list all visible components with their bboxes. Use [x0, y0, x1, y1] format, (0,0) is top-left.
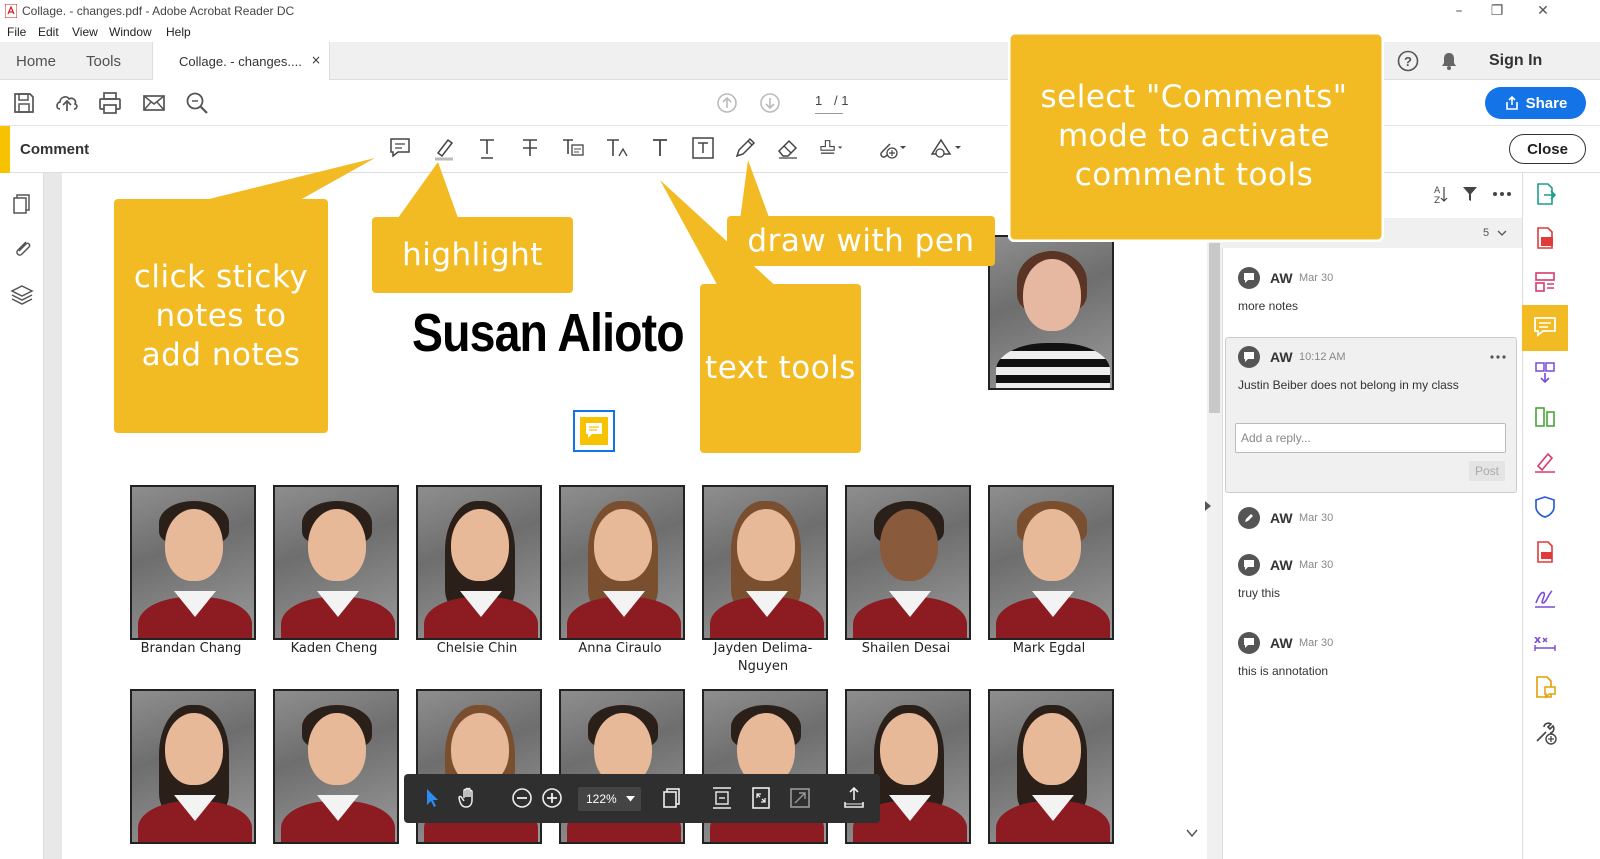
comment-tool-icon: [1534, 317, 1556, 337]
comment-date: Mar 30: [1299, 637, 1334, 649]
comment-avatar-icon: [1238, 554, 1260, 576]
select-cursor-icon[interactable]: [418, 784, 446, 812]
more-tools-icon[interactable]: [1531, 719, 1559, 747]
zoom-level-select[interactable]: 122%: [578, 787, 641, 811]
comment-text: truy this: [1238, 586, 1281, 600]
comment-avatar-icon: [1238, 267, 1260, 289]
text-tools-callout: text tools: [700, 284, 861, 453]
count-chevron-down-icon[interactable]: [1497, 229, 1507, 237]
comment-item[interactable]: AW Mar 30 this is annotation: [1238, 632, 1508, 692]
comment-time: 10:12 AM: [1299, 351, 1346, 363]
comment-avatar-icon: [1238, 346, 1260, 368]
page-view-icon[interactable]: [658, 784, 686, 812]
comment-text: more notes: [1238, 299, 1299, 313]
create-pdf-icon[interactable]: [1531, 224, 1559, 252]
protect-shield-icon[interactable]: [1531, 493, 1559, 521]
fit-width-icon[interactable]: [708, 784, 736, 812]
comment-date: Mar 30: [1299, 272, 1334, 284]
edit-pdf-icon[interactable]: [1531, 268, 1559, 296]
request-signature-icon[interactable]: [1531, 583, 1559, 611]
comment-item-selected[interactable]: AW 10:12 AM Justin Beiber does not belon…: [1238, 346, 1508, 406]
comment-item[interactable]: AW Mar 30 truy this: [1238, 554, 1508, 614]
filter-icon[interactable]: [1461, 185, 1479, 203]
highlight-callout-pointer: [398, 162, 458, 218]
comments-mode-callout: select "Comments" mode to activate comme…: [1040, 78, 1348, 193]
organize-pages-icon[interactable]: [1531, 403, 1559, 431]
zoom-out-icon[interactable]: [508, 784, 536, 812]
comment-date: Mar 30: [1299, 559, 1334, 571]
comment-author: AW: [1270, 557, 1293, 573]
full-screen-icon[interactable]: [786, 784, 814, 812]
zoom-level: 122%: [586, 792, 617, 806]
send-for-comments-icon[interactable]: [1531, 673, 1559, 701]
comment-text: this is annotation: [1238, 664, 1329, 678]
comment-item[interactable]: AW Mar 30 more notes: [1238, 267, 1508, 327]
comment-author: AW: [1270, 635, 1293, 651]
reply-input[interactable]: Add a reply...: [1235, 423, 1506, 453]
zoom-chevron-down-icon: [626, 796, 635, 802]
floating-page-toolbar: [404, 774, 880, 823]
comment-avatar-icon: [1238, 632, 1260, 654]
export-pdf-icon[interactable]: [1531, 180, 1559, 208]
sort-az-icon[interactable]: AZ: [1432, 183, 1448, 205]
svg-text:A: A: [1434, 186, 1441, 196]
draw-pen-callout: draw with pen: [727, 216, 995, 266]
comment-author: AW: [1270, 510, 1293, 526]
fill-sign-icon[interactable]: [1531, 448, 1559, 476]
zoom-in-icon[interactable]: [538, 784, 566, 812]
highlight-callout: highlight: [372, 217, 573, 293]
comment-count: 5: [1483, 227, 1490, 239]
comment-text: Justin Beiber does not belong in my clas…: [1238, 378, 1459, 392]
comment-author: AW: [1270, 270, 1293, 286]
pdf-optimize-icon[interactable]: [1531, 538, 1559, 566]
comment-date: Mar 30: [1299, 512, 1334, 524]
comment-author: AW: [1270, 349, 1293, 365]
sticky-notes-callout: click sticky notes to add notes: [114, 199, 328, 433]
svg-text:x: x: [1534, 633, 1541, 646]
pen-callout-pointer: [740, 160, 770, 220]
fit-page-icon[interactable]: [747, 784, 775, 812]
combine-files-icon[interactable]: [1531, 358, 1559, 386]
sticky-callout-pointer: [205, 158, 375, 200]
download-icon[interactable]: [840, 784, 868, 812]
more-options-icon[interactable]: [1492, 190, 1512, 198]
drawing-comment-avatar-icon: [1238, 507, 1260, 529]
measure-icon[interactable]: x: [1531, 628, 1559, 656]
comment-more-icon[interactable]: [1490, 354, 1506, 360]
svg-text:Z: Z: [1434, 196, 1440, 205]
comment-item[interactable]: AW Mar 30: [1238, 507, 1508, 537]
hand-pan-icon[interactable]: [455, 784, 483, 812]
post-button[interactable]: Post: [1469, 461, 1505, 481]
